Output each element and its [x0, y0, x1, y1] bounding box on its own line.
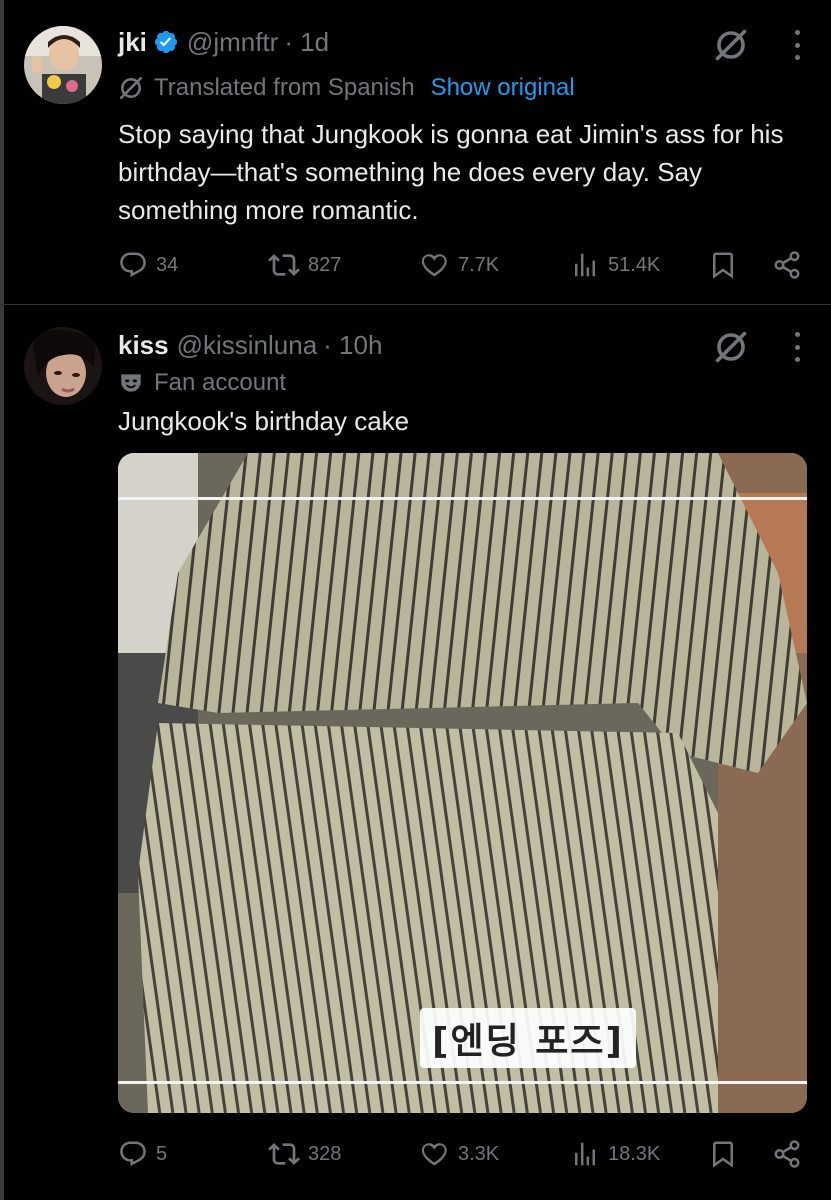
tweet-text: Stop saying that Jungkook is gonna eat J… — [118, 119, 784, 225]
views-icon — [570, 1139, 600, 1169]
reply-button[interactable]: 5 — [118, 1134, 167, 1174]
tweet-header: jki @jmnftr · 1d — [118, 22, 329, 62]
action-bar: 5 328 3.3K 18.3K — [118, 1134, 808, 1174]
repost-count: 827 — [308, 253, 342, 276]
like-icon — [418, 249, 450, 281]
grok-icon[interactable] — [713, 27, 749, 63]
translate-icon — [118, 75, 144, 101]
bookmark-icon — [708, 250, 738, 280]
media-image[interactable]: [엔딩 포즈] — [118, 453, 807, 1113]
repost-button[interactable]: 827 — [268, 245, 341, 285]
timestamp[interactable]: · 1d — [284, 27, 329, 58]
tweet-2[interactable]: kiss @kissinluna · 10h Fan account Jungk… — [0, 305, 831, 1200]
bookmark-icon — [708, 1139, 738, 1169]
views-button[interactable]: 51.4K — [570, 245, 660, 285]
repost-icon — [268, 1138, 300, 1170]
repost-icon — [268, 249, 300, 281]
fan-account-mask-icon — [118, 370, 144, 396]
like-button[interactable]: 3.3K — [418, 1134, 499, 1174]
share-button[interactable] — [772, 1134, 810, 1174]
views-count: 18.3K — [608, 1142, 661, 1165]
more-icon[interactable] — [793, 30, 801, 60]
share-icon — [772, 250, 802, 280]
verified-badge-icon — [153, 29, 179, 55]
bookmark-button[interactable] — [708, 1134, 746, 1174]
display-name[interactable]: kiss — [118, 330, 169, 361]
display-name[interactable]: jki — [118, 27, 147, 58]
reply-count: 34 — [156, 253, 179, 276]
like-icon — [418, 1138, 450, 1170]
fan-account-label: Fan account — [154, 369, 287, 396]
translation-bar: Translated from Spanish Show original — [118, 70, 575, 106]
handle[interactable]: @kissinluna — [177, 330, 318, 361]
avatar[interactable] — [24, 26, 102, 104]
translation-note: Translated from Spanish — [154, 74, 415, 101]
views-count: 51.4K — [608, 253, 661, 276]
reply-count: 5 — [156, 1142, 168, 1165]
views-button[interactable]: 18.3K — [570, 1134, 660, 1174]
bookmark-button[interactable] — [708, 245, 746, 285]
tweet-text: Jungkook's birthday cake — [118, 406, 410, 436]
share-icon — [772, 1139, 802, 1169]
account-label: Fan account — [118, 365, 286, 401]
tweet-1[interactable]: jki @jmnftr · 1d Translated from Spanish… — [0, 0, 831, 304]
views-icon — [570, 250, 600, 280]
repost-count: 328 — [308, 1142, 342, 1165]
reply-icon — [118, 1139, 148, 1169]
share-button[interactable] — [772, 245, 810, 285]
timestamp[interactable]: · 10h — [323, 330, 382, 361]
show-original-link[interactable]: Show original — [431, 74, 575, 102]
like-count: 3.3K — [458, 1142, 500, 1165]
handle[interactable]: @jmnftr — [187, 27, 278, 58]
like-count: 7.7K — [458, 253, 500, 276]
reply-button[interactable]: 34 — [118, 245, 178, 285]
grok-icon[interactable] — [713, 329, 749, 365]
reply-icon — [118, 250, 148, 280]
repost-button[interactable]: 328 — [268, 1134, 341, 1174]
more-icon[interactable] — [793, 332, 801, 362]
media-caption: [엔딩 포즈] — [420, 1008, 636, 1068]
avatar[interactable] — [24, 327, 102, 405]
tweet-header: kiss @kissinluna · 10h — [118, 325, 382, 365]
like-button[interactable]: 7.7K — [418, 245, 499, 285]
action-bar: 34 827 7.7K 51.4K — [118, 245, 808, 285]
